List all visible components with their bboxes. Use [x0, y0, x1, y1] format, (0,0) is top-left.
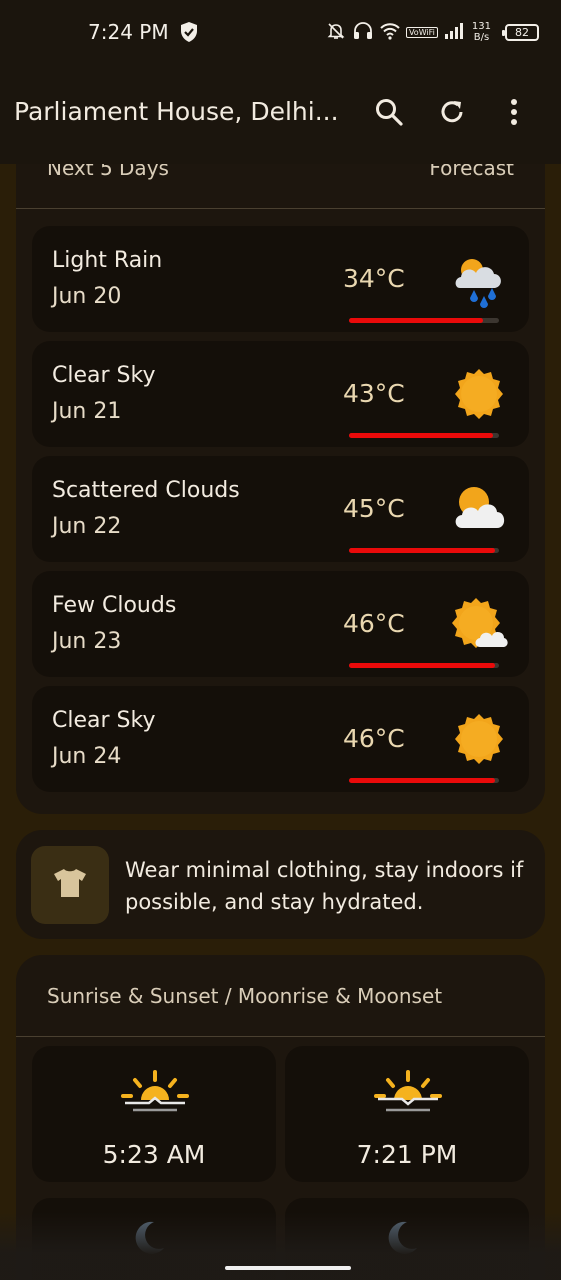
status-time: 7:24 PM	[88, 20, 169, 44]
day-condition: Scattered Clouds	[52, 478, 240, 503]
temp-bar-fill	[349, 548, 495, 553]
temp-bar	[349, 663, 499, 668]
day-date: Jun 22	[52, 514, 122, 539]
day-date: Jun 24	[52, 744, 122, 769]
refresh-button[interactable]	[432, 94, 472, 134]
refresh-icon	[437, 97, 467, 131]
sun-icon	[450, 710, 508, 768]
forecast-card: Next 5 Days Forecast Light Rain Jun 20 3…	[16, 100, 545, 814]
wifi-icon	[380, 22, 400, 43]
sun-moon-divider	[16, 1036, 545, 1037]
headphones-icon	[352, 21, 374, 44]
day-date: Jun 21	[52, 399, 122, 424]
clothing-tip-text: Wear minimal clothing, stay indoors if p…	[125, 858, 524, 914]
day-date: Jun 20	[52, 284, 122, 309]
more-options-button[interactable]	[494, 94, 534, 134]
day-date: Jun 23	[52, 629, 122, 654]
battery-icon: 82	[502, 23, 539, 41]
temp-bar	[349, 318, 499, 323]
day-temperature: 46°C	[343, 609, 405, 638]
rain-cloud-icon	[450, 250, 508, 308]
sunset-icon	[372, 1068, 444, 1118]
sunset-box: 7:21 PM	[285, 1046, 529, 1182]
day-condition: Few Clouds	[52, 593, 177, 618]
bell-off-icon	[326, 21, 346, 44]
search-icon	[374, 97, 404, 131]
temp-bar	[349, 433, 499, 438]
forecast-day-row[interactable]: Clear Sky Jun 21 43°C	[32, 341, 529, 447]
sunrise-time: 5:23 AM	[102, 1140, 206, 1169]
status-icons: VoWiFi 131 B/s 82	[326, 16, 539, 48]
sunset-time: 7:21 PM	[356, 1140, 458, 1169]
shield-check-icon	[179, 21, 199, 47]
sunrise-icon	[119, 1068, 191, 1118]
sun-small-cloud-icon	[450, 595, 508, 653]
day-condition: Light Rain	[52, 248, 163, 273]
temp-bar	[349, 548, 499, 553]
forecast-day-row[interactable]: Clear Sky Jun 24 46°C	[32, 686, 529, 792]
forecast-day-row[interactable]: Few Clouds Jun 23 46°C	[32, 571, 529, 677]
temp-bar	[349, 778, 499, 783]
tshirt-icon	[53, 868, 87, 902]
location-title[interactable]: Parliament House, Delhi...	[14, 97, 344, 126]
network-speed-unit: B/s	[473, 32, 490, 43]
signal-icon	[444, 22, 464, 42]
sunrise-box: 5:23 AM	[32, 1046, 276, 1182]
day-temperature: 46°C	[343, 724, 405, 753]
search-button[interactable]	[369, 94, 409, 134]
day-temperature: 34°C	[343, 264, 405, 293]
temp-bar-fill	[349, 433, 493, 438]
temp-bar-fill	[349, 778, 495, 783]
forecast-divider	[16, 208, 545, 209]
temp-bar-fill	[349, 318, 483, 323]
network-speed-value: 131	[471, 21, 491, 32]
sun-behind-cloud-icon	[450, 480, 508, 538]
vowifi-badge: VoWiFi	[405, 26, 438, 38]
app-bar: Parliament House, Delhi...	[0, 64, 561, 164]
status-bar: 7:24 PM VoWiFi 131 B/s 82	[0, 0, 561, 64]
tip-icon-box	[31, 846, 109, 924]
clothing-tip-card: Wear minimal clothing, stay indoors if p…	[16, 830, 545, 939]
forecast-day-row[interactable]: Light Rain Jun 20 34°C	[32, 226, 529, 332]
sun-icon	[450, 365, 508, 423]
network-speed: 131 B/s	[472, 21, 491, 43]
day-temperature: 43°C	[343, 379, 405, 408]
sun-moon-header: Sunrise & Sunset / Moonrise & Moonset	[47, 984, 443, 1008]
day-condition: Clear Sky	[52, 363, 156, 388]
more-vert-icon	[509, 97, 519, 131]
day-temperature: 45°C	[343, 494, 405, 523]
temp-bar-fill	[349, 663, 495, 668]
gesture-nav-handle[interactable]	[225, 1266, 351, 1270]
day-condition: Clear Sky	[52, 708, 156, 733]
forecast-day-row[interactable]: Scattered Clouds Jun 22 45°C	[32, 456, 529, 562]
